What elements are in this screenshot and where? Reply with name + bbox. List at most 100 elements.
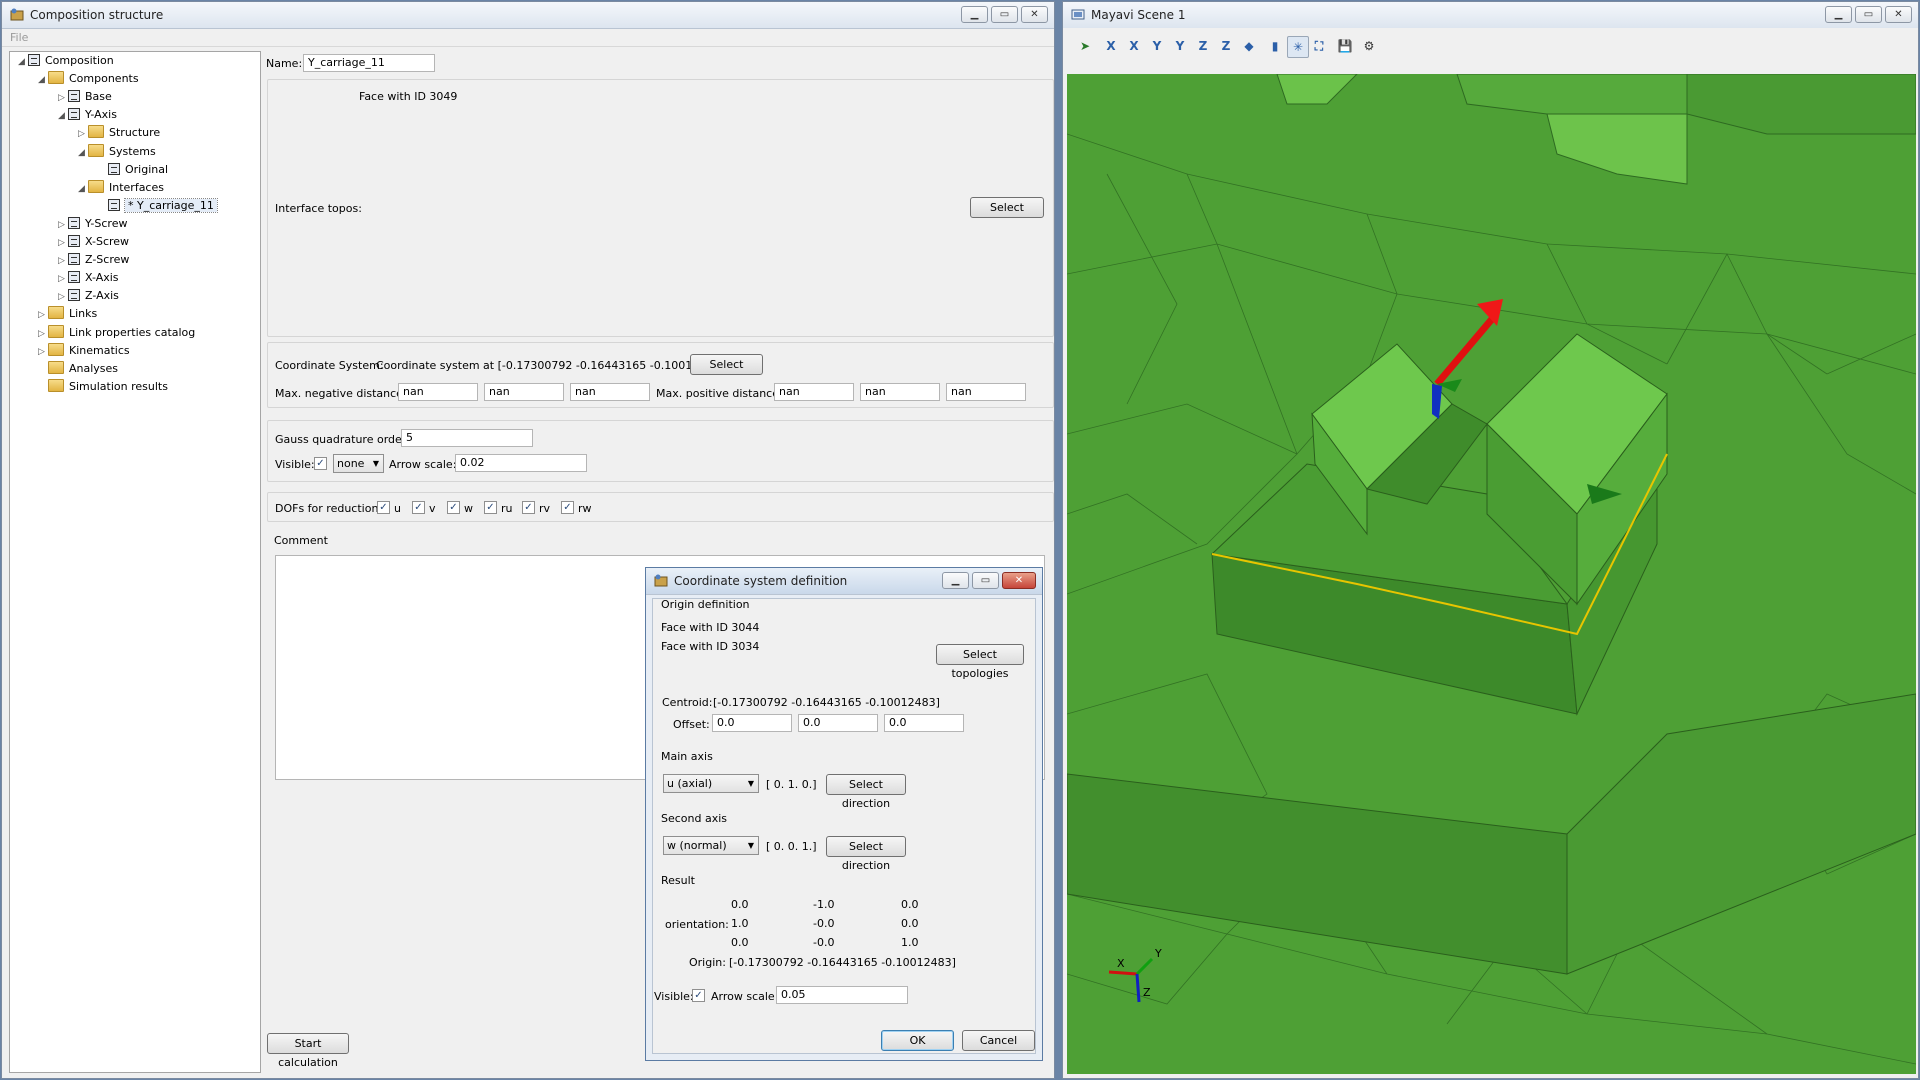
mayavi-minimize-button[interactable]: ▁ <box>1825 6 1852 23</box>
tree-item-original[interactable]: Original <box>98 161 168 179</box>
dialog-arrow-scale-input[interactable]: 0.05 <box>776 986 908 1004</box>
expanded-arrow-icon[interactable]: ◢ <box>58 107 68 125</box>
tree-item-systems[interactable]: ◢ Systems <box>78 143 156 161</box>
select-coord-system-button[interactable]: Select <box>690 354 763 375</box>
expanded-arrow-icon[interactable]: ◢ <box>18 53 28 71</box>
offset-x-input[interactable]: 0.0 <box>712 714 792 732</box>
view-z-plus-button[interactable]: Z <box>1216 36 1236 56</box>
result-label: Result <box>661 874 695 887</box>
max-positive-distance-x[interactable]: nan <box>774 383 854 401</box>
composition-tree[interactable]: ◢ Composition ◢ Components ▷ Base ◢ Y-Axis ▷ Stru… <box>9 51 261 1073</box>
gauss-order-input[interactable]: 5 <box>401 429 533 447</box>
mayavi-maximize-button[interactable]: ▭ <box>1855 6 1882 23</box>
main-axis-select-direction-button[interactable]: Select direction <box>826 774 906 810</box>
axes-toggle-button[interactable]: ✳ <box>1287 36 1309 58</box>
dof-checkbox-rv[interactable]: ✓ <box>522 501 535 514</box>
start-calculation-button[interactable]: Start calculation <box>267 1033 349 1069</box>
view-x-minus-button[interactable]: X <box>1101 36 1121 56</box>
dof-checkbox-v[interactable]: ✓ <box>412 501 425 514</box>
tree-item-structure[interactable]: ▷ Structure <box>78 124 160 142</box>
tree-item-z-axis[interactable]: ▷ Z-Axis <box>58 287 119 305</box>
tree-item-z-screw[interactable]: ▷ Z-Screw <box>58 251 129 269</box>
tree-item-base[interactable]: ▷ Base <box>58 88 112 106</box>
max-negative-distance-z[interactable]: nan <box>570 383 650 401</box>
expanded-arrow-icon[interactable]: ◢ <box>78 144 88 162</box>
title-bar[interactable]: Composition structure ▁ ▭ ✕ <box>2 2 1054 29</box>
second-axis-select-direction-button[interactable]: Select direction <box>826 836 906 872</box>
dof-checkbox-ru[interactable]: ✓ <box>484 501 497 514</box>
isometric-view-button[interactable]: ◆ <box>1239 36 1259 56</box>
dof-checkbox-u[interactable]: ✓ <box>377 501 390 514</box>
offset-z-input[interactable]: 0.0 <box>884 714 964 732</box>
parallel-projection-button[interactable]: ▮ <box>1265 36 1285 56</box>
tree-item-kinematics[interactable]: ▷ Kinematics <box>38 342 130 360</box>
select-interface-topos-button[interactable]: Select <box>970 197 1044 218</box>
collapsed-arrow-icon[interactable]: ▷ <box>58 216 68 234</box>
tree-item-label: Y-Axis <box>85 108 117 122</box>
collapsed-arrow-icon[interactable]: ▷ <box>38 343 48 361</box>
max-negative-distance-y[interactable]: nan <box>484 383 564 401</box>
settings-gear-button[interactable]: ⚙ <box>1359 36 1379 56</box>
collapsed-arrow-icon[interactable]: ▷ <box>58 234 68 252</box>
expanded-arrow-icon[interactable]: ◢ <box>38 71 48 89</box>
tree-item-components[interactable]: ◢ Components <box>38 70 139 88</box>
save-button[interactable]: 💾 <box>1335 36 1355 56</box>
visible-checkbox[interactable]: ✓ <box>314 457 327 470</box>
dof-checkbox-rw[interactable]: ✓ <box>561 501 574 514</box>
menu-file[interactable]: File <box>10 31 28 44</box>
tree-item-x-screw[interactable]: ▷ X-Screw <box>58 233 129 251</box>
tree-item-y-screw[interactable]: ▷ Y-Screw <box>58 215 127 233</box>
tree-item-composition[interactable]: ◢ Composition <box>18 52 114 70</box>
fullscreen-button[interactable]: ⛶ <box>1309 36 1329 56</box>
second-axis-combo[interactable]: w (normal) ▼ <box>663 836 759 855</box>
minimize-button[interactable]: ▁ <box>961 6 988 23</box>
fullscreen-icon: ⛶ <box>1314 38 1324 53</box>
collapsed-arrow-icon[interactable]: ▷ <box>78 125 88 143</box>
pointer-button[interactable]: ➤ <box>1075 36 1095 56</box>
scene-3d-view[interactable]: X Y Z <box>1067 74 1916 1074</box>
tree-item-simulation-results[interactable]: Simulation results <box>38 378 168 396</box>
view-y-minus-button[interactable]: Y <box>1147 36 1167 56</box>
cancel-button[interactable]: Cancel <box>962 1030 1035 1051</box>
dialog-maximize-button[interactable]: ▭ <box>972 572 999 589</box>
main-axis-vector: [ 0. 1. 0.] <box>766 778 817 791</box>
mayavi-close-button[interactable]: ✕ <box>1885 6 1912 23</box>
collapsed-arrow-icon[interactable]: ▷ <box>58 288 68 306</box>
ok-button[interactable]: OK <box>881 1030 954 1051</box>
collapsed-arrow-icon[interactable]: ▷ <box>38 306 48 324</box>
expanded-arrow-icon[interactable]: ◢ <box>78 180 88 198</box>
tree-item-analyses[interactable]: Analyses <box>38 360 118 378</box>
collapsed-arrow-icon[interactable]: ▷ <box>58 252 68 270</box>
max-negative-distance-x[interactable]: nan <box>398 383 478 401</box>
dialog-close-button[interactable]: ✕ <box>1002 572 1036 589</box>
tree-item-y-axis[interactable]: ◢ Y-Axis <box>58 106 117 124</box>
tree-item-y-carriage-11[interactable]: * Y_carriage_11 <box>98 197 218 215</box>
dialog-title-bar[interactable]: Coordinate system definition ▁ ▭ ✕ <box>646 568 1042 595</box>
visible-combo[interactable]: none ▼ <box>333 454 384 473</box>
view-z-minus-button[interactable]: Z <box>1193 36 1213 56</box>
dialog-visible-checkbox[interactable]: ✓ <box>692 989 705 1002</box>
tree-item-x-axis[interactable]: ▷ X-Axis <box>58 269 119 287</box>
collapsed-arrow-icon[interactable]: ▷ <box>58 270 68 288</box>
select-topologies-button[interactable]: Select topologies <box>936 644 1024 680</box>
component-icon <box>68 90 80 103</box>
view-y-plus-button[interactable]: Y <box>1170 36 1190 56</box>
collapsed-arrow-icon[interactable]: ▷ <box>38 325 48 343</box>
view-x-plus-button[interactable]: X <box>1124 36 1144 56</box>
name-input[interactable]: Y_carriage_11 <box>303 54 435 72</box>
axis-label-z: Z <box>1143 986 1151 999</box>
dialog-minimize-button[interactable]: ▁ <box>942 572 969 589</box>
dof-checkbox-w[interactable]: ✓ <box>447 501 460 514</box>
close-button[interactable]: ✕ <box>1021 6 1048 23</box>
arrow-scale-input[interactable]: 0.02 <box>455 454 587 472</box>
mayavi-title-bar[interactable]: Mayavi Scene 1 ▁ ▭ ✕ <box>1063 2 1918 29</box>
main-axis-combo[interactable]: u (axial) ▼ <box>663 774 759 793</box>
tree-item-interfaces[interactable]: ◢ Interfaces <box>78 179 164 197</box>
collapsed-arrow-icon[interactable]: ▷ <box>58 89 68 107</box>
max-positive-distance-y[interactable]: nan <box>860 383 940 401</box>
tree-item-link-properties-catalog[interactable]: ▷ Link properties catalog <box>38 324 195 342</box>
tree-item-links[interactable]: ▷ Links <box>38 305 97 323</box>
max-positive-distance-z[interactable]: nan <box>946 383 1026 401</box>
offset-y-input[interactable]: 0.0 <box>798 714 878 732</box>
maximize-button[interactable]: ▭ <box>991 6 1018 23</box>
